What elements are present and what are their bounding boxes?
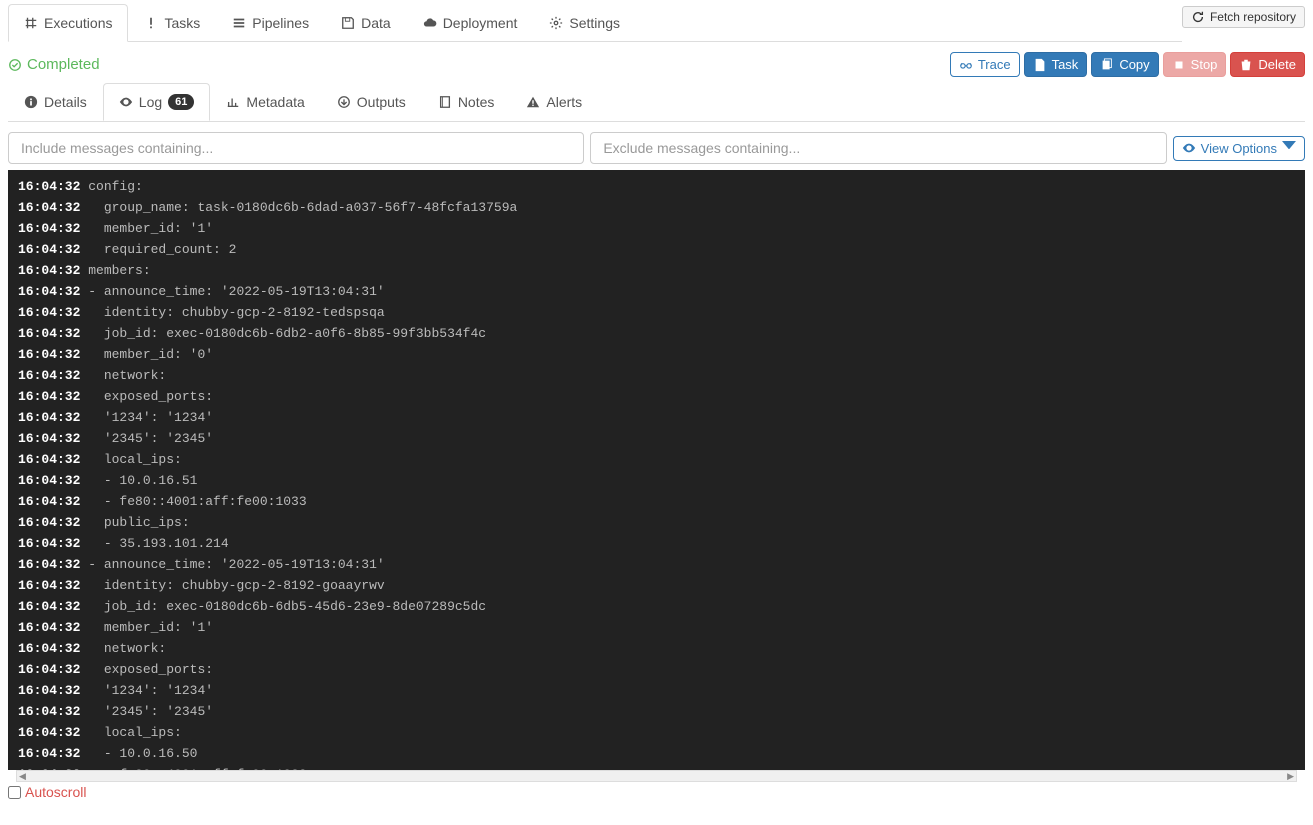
status-badge: Completed (8, 56, 100, 73)
warning-icon (526, 95, 540, 109)
log-line: 16:04:32 - 35.193.101.214 (18, 533, 1295, 554)
log-line: 16:04:32 member_id: '1' (18, 617, 1295, 638)
top-nav-tabs: Executions Tasks Pipelines Data Deployme… (8, 4, 1182, 42)
delete-button[interactable]: Delete (1230, 52, 1305, 77)
stop-button: Stop (1163, 52, 1227, 77)
tab-pipelines-label: Pipelines (252, 15, 309, 31)
save-icon (341, 16, 355, 30)
trash-icon (1239, 58, 1253, 72)
log-line: 16:04:32 - announce_time: '2022-05-19T13… (18, 554, 1295, 575)
copy-label: Copy (1119, 57, 1149, 72)
stop-icon (1172, 58, 1186, 72)
action-buttons: Trace Task Copy Stop Delete (950, 52, 1305, 77)
log-line: 16:04:32 local_ips: (18, 722, 1295, 743)
subtab-alerts-label: Alerts (546, 94, 582, 110)
log-line: 16:04:32 members: (18, 260, 1295, 281)
fetch-repository-label: Fetch repository (1210, 10, 1296, 24)
log-line: 16:04:32 public_ips: (18, 512, 1295, 533)
tab-deployment-label: Deployment (443, 15, 518, 31)
log-line: 16:04:32 member_id: '0' (18, 344, 1295, 365)
tab-tasks-label: Tasks (164, 15, 200, 31)
tab-deployment[interactable]: Deployment (407, 4, 534, 42)
gear-icon (549, 16, 563, 30)
log-line: 16:04:32 required_count: 2 (18, 239, 1295, 260)
stop-label: Stop (1191, 57, 1218, 72)
subtab-alerts[interactable]: Alerts (510, 83, 598, 121)
caret-down-icon (1282, 141, 1296, 155)
subtab-notes[interactable]: Notes (422, 83, 511, 121)
trace-label: Trace (978, 57, 1011, 72)
sub-nav-tabs: Details Log 61 Metadata Outputs Notes Al… (8, 83, 1305, 122)
exclamation-icon (144, 16, 158, 30)
log-line: 16:04:32 exposed_ports: (18, 659, 1295, 680)
log-line: 16:04:32 member_id: '1' (18, 218, 1295, 239)
tab-data-label: Data (361, 15, 391, 31)
copy-icon (1100, 58, 1114, 72)
log-line: 16:04:32 - 10.0.16.51 (18, 470, 1295, 491)
log-line: 16:04:32 network: (18, 638, 1295, 659)
delete-label: Delete (1258, 57, 1296, 72)
subtab-details-label: Details (44, 94, 87, 110)
subtab-metadata-label: Metadata (246, 94, 304, 110)
view-options-button[interactable]: View Options (1173, 136, 1305, 161)
log-line: 16:04:32 '2345': '2345' (18, 428, 1295, 449)
glasses-icon (959, 58, 973, 72)
fetch-repository-button[interactable]: Fetch repository (1182, 6, 1305, 28)
log-line: 16:04:32 local_ips: (18, 449, 1295, 470)
log-line: 16:04:32 - fe80::4001:aff:fe00:1033 (18, 491, 1295, 512)
autoscroll-checkbox[interactable] (8, 786, 21, 799)
copy-button[interactable]: Copy (1091, 52, 1158, 77)
list-icon (232, 16, 246, 30)
subtab-outputs-label: Outputs (357, 94, 406, 110)
check-circle-icon (8, 58, 22, 72)
tab-data[interactable]: Data (325, 4, 407, 42)
log-line: 16:04:32 '2345': '2345' (18, 701, 1295, 722)
status-label: Completed (27, 56, 100, 73)
eye-icon (119, 95, 133, 109)
log-line: 16:04:32 network: (18, 365, 1295, 386)
log-line: 16:04:32 exposed_ports: (18, 386, 1295, 407)
view-options-label: View Options (1201, 141, 1277, 156)
tab-tasks[interactable]: Tasks (128, 4, 216, 42)
log-line: 16:04:32 config: (18, 176, 1295, 197)
tab-executions-label: Executions (44, 15, 112, 31)
task-label: Task (1052, 57, 1079, 72)
horizontal-scrollbar[interactable]: ◀▶ (16, 770, 1297, 782)
log-line: 16:04:32 '1234': '1234' (18, 680, 1295, 701)
refresh-icon (1191, 10, 1205, 24)
autoscroll-label[interactable]: Autoscroll (25, 784, 86, 800)
cloud-icon (423, 16, 437, 30)
file-icon (1033, 58, 1047, 72)
log-count-badge: 61 (168, 94, 194, 110)
subtab-details[interactable]: Details (8, 83, 103, 121)
trace-button[interactable]: Trace (950, 52, 1020, 77)
log-line: 16:04:32 job_id: exec-0180dc6b-6db5-45d6… (18, 596, 1295, 617)
log-line: 16:04:32 '1234': '1234' (18, 407, 1295, 428)
include-filter-input[interactable] (8, 132, 584, 164)
tab-settings[interactable]: Settings (533, 4, 636, 42)
log-line: 16:04:32 identity: chubby-gcp-2-8192-goa… (18, 575, 1295, 596)
tab-executions[interactable]: Executions (8, 4, 128, 42)
subtab-notes-label: Notes (458, 94, 495, 110)
tab-settings-label: Settings (569, 15, 620, 31)
subtab-metadata[interactable]: Metadata (210, 83, 320, 121)
subtab-outputs[interactable]: Outputs (321, 83, 422, 121)
book-icon (438, 95, 452, 109)
subtab-log-label: Log (139, 94, 162, 110)
hash-icon (24, 16, 38, 30)
eye-icon (1182, 141, 1196, 155)
chart-icon (226, 95, 240, 109)
exclude-filter-input[interactable] (590, 132, 1166, 164)
log-line: 16:04:32 group_name: task-0180dc6b-6dad-… (18, 197, 1295, 218)
log-output[interactable]: 16:04:32 config:16:04:32 group_name: tas… (8, 170, 1305, 770)
log-line: 16:04:32 - announce_time: '2022-05-19T13… (18, 281, 1295, 302)
log-line: 16:04:32 identity: chubby-gcp-2-8192-ted… (18, 302, 1295, 323)
tab-pipelines[interactable]: Pipelines (216, 4, 325, 42)
log-line: 16:04:32 - 10.0.16.50 (18, 743, 1295, 764)
subtab-log[interactable]: Log 61 (103, 83, 211, 121)
download-icon (337, 95, 351, 109)
info-icon (24, 95, 38, 109)
log-line: 16:04:32 job_id: exec-0180dc6b-6db2-a0f6… (18, 323, 1295, 344)
task-button[interactable]: Task (1024, 52, 1088, 77)
